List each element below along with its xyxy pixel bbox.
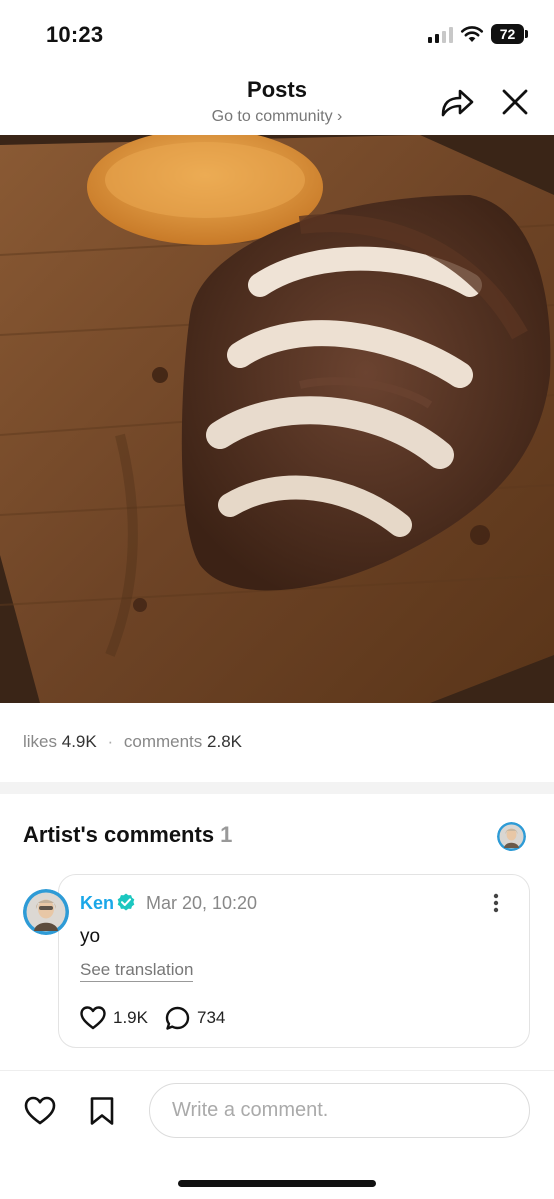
share-icon[interactable]: [439, 85, 475, 119]
section-divider: [0, 782, 554, 794]
comment-author-name[interactable]: Ken: [80, 893, 114, 914]
heart-icon[interactable]: [24, 1096, 56, 1126]
more-options-icon[interactable]: [486, 891, 506, 915]
comment-text: yo: [80, 926, 101, 947]
see-translation-link[interactable]: See translation: [80, 960, 194, 982]
artist-comments-label: Artist's comments: [23, 822, 215, 847]
comment-input[interactable]: [149, 1083, 530, 1138]
verified-badge-icon: [117, 893, 135, 911]
posts-screen: 10:23 72 Posts Go to community › likes 4…: [0, 0, 554, 1199]
post-stats: likes 4.9K · comments 2.8K: [23, 732, 242, 752]
comments-count[interactable]: 2.8K: [207, 732, 242, 751]
comment-like-count: 1.9K: [113, 1008, 148, 1027]
avatar[interactable]: [497, 822, 526, 851]
likes-count: 4.9K: [61, 732, 97, 751]
battery-icon: 72: [491, 24, 529, 44]
battery-nub: [525, 30, 528, 38]
artist-comments-count: 1: [220, 822, 233, 847]
close-icon[interactable]: [499, 86, 531, 118]
comments-label[interactable]: comments: [124, 732, 202, 751]
comment-reply-icon[interactable]: [165, 1006, 190, 1031]
likes-label: likes: [23, 732, 58, 751]
bookmark-icon[interactable]: [89, 1096, 115, 1126]
wifi-icon: [460, 26, 484, 42]
header: Posts Go to community ›: [0, 66, 554, 136]
home-indicator[interactable]: [178, 1180, 376, 1187]
artist-comments-title: Artist's comments 1: [23, 822, 232, 848]
comment-date: Mar 20, 10:20: [146, 893, 258, 913]
battery-level: 72: [491, 24, 524, 44]
comment-author-avatar[interactable]: [23, 889, 69, 935]
comment-reply-count: 734: [197, 1008, 226, 1027]
post-photo[interactable]: [0, 135, 554, 703]
stats-separator: ·: [107, 732, 114, 751]
status-time: 10:23: [46, 22, 104, 47]
cake-photo-image: [0, 135, 554, 703]
comment-heart-icon[interactable]: [80, 1006, 106, 1030]
signal-icon: [428, 27, 453, 43]
status-bar: 10:23 72: [0, 0, 554, 66]
